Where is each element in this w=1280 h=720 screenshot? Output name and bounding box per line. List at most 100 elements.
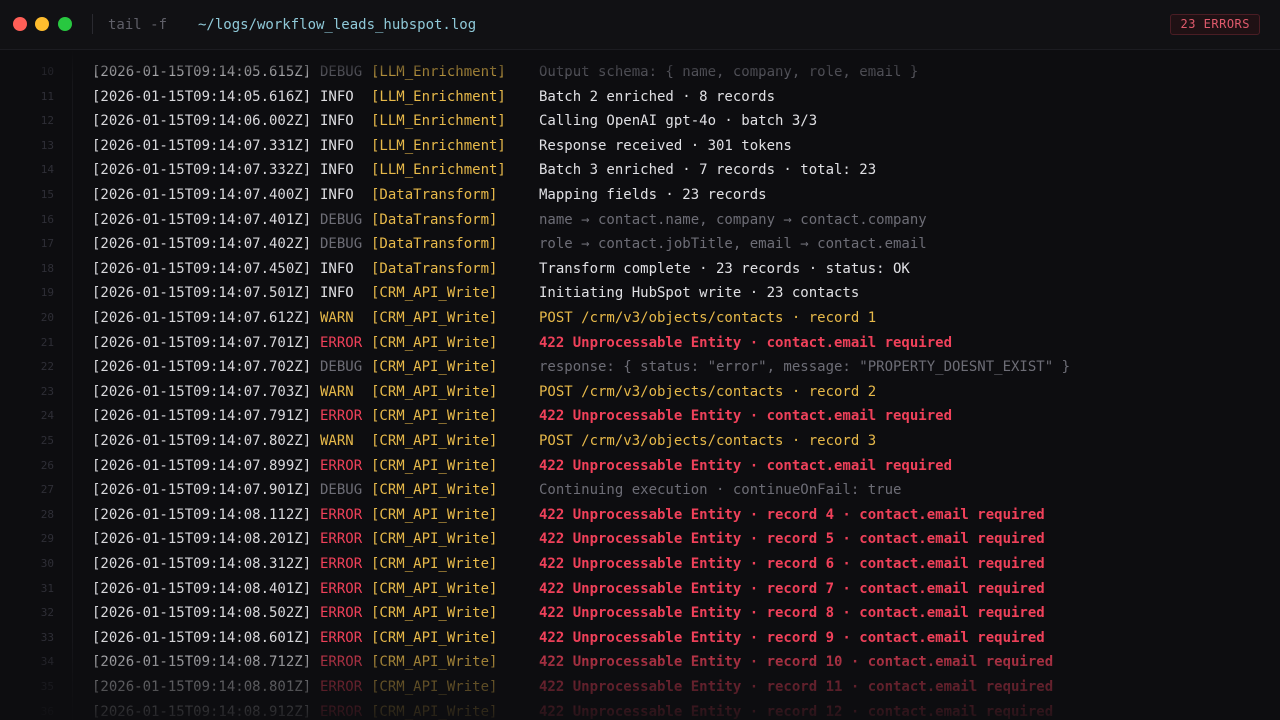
line-number: 16 [40, 212, 54, 226]
log-timestamp: [2026-01-15T09:14:08.312Z] [92, 556, 312, 572]
log-level: INFO [320, 137, 354, 154]
log-timestamp: [2026-01-15T09:14:08.712Z] [92, 654, 312, 671]
log-message: 422 Unprocessable Entity · record 12 · c… [539, 703, 1054, 720]
line-number: 29 [40, 532, 54, 546]
log-timestamp: [2026-01-15T09:14:08.201Z] [92, 531, 312, 548]
log-level: INFO [320, 285, 354, 302]
log-message: POST /crm/v3/objects/contacts · record 1 [539, 310, 877, 326]
log-source: [DataTransform] [371, 211, 498, 228]
log-line: 10 [2026-01-15T09:14:05.615Z] DEBUG [LLM_En… [0, 60, 1280, 85]
maximize-window-button[interactable] [58, 17, 72, 31]
log-level: DEBUG [320, 211, 363, 228]
log-line: 36 [2026-01-15T09:14:08.912Z] ERROR [CRM_AP… [0, 700, 1280, 720]
log-line: 14 [2026-01-15T09:14:07.332Z] INFO [LLM_Enr… [0, 158, 1280, 183]
log-source: [CRM_API_Write] [371, 310, 498, 326]
log-message: 422 Unprocessable Entity · record 9 · co… [539, 629, 1045, 646]
log-level: WARN [320, 383, 354, 400]
log-line: 35 [2026-01-15T09:14:08.801Z] ERROR [CRM_AP… [0, 675, 1280, 700]
log-message: Calling OpenAI gpt-4o · batch 3/3 [539, 113, 818, 130]
log-timestamp: [2026-01-15T09:14:08.601Z] [92, 629, 312, 646]
minimize-window-button[interactable] [35, 17, 49, 31]
line-number: 33 [40, 630, 54, 644]
log-source: [CRM_API_Write] [371, 506, 498, 523]
log-timestamp: [2026-01-15T09:14:07.612Z] [92, 310, 312, 326]
log-message: name → contact.name, company → contact.c… [539, 211, 927, 228]
log-message: Batch 3 enriched · 7 records · total: 23 [539, 162, 877, 179]
line-number: 26 [40, 458, 54, 472]
close-window-button[interactable] [13, 17, 27, 31]
log-source: [DataTransform] [371, 187, 498, 203]
log-line: 17 [2026-01-15T09:14:07.402Z] DEBUG [DataTr… [0, 232, 1280, 257]
line-number: 18 [40, 261, 54, 275]
log-level: ERROR [320, 334, 363, 351]
log-timestamp: [2026-01-15T09:14:07.400Z] [92, 187, 312, 203]
log-line: 20 [2026-01-15T09:14:07.612Z] WARN [CRM_API… [0, 306, 1280, 331]
log-level: ERROR [320, 408, 363, 425]
log-line: 34 [2026-01-15T09:14:08.712Z] ERROR [CRM_AP… [0, 650, 1280, 675]
log-line: 25 [2026-01-15T09:14:07.802Z] WARN [CRM_API… [0, 429, 1280, 454]
log-level: INFO [320, 88, 354, 105]
log-line: 29 [2026-01-15T09:14:08.201Z] ERROR [CRM_AP… [0, 527, 1280, 552]
log-line: 19 [2026-01-15T09:14:07.501Z] INFO [CRM_API… [0, 281, 1280, 306]
line-number: 22 [40, 360, 54, 374]
log-source: [CRM_API_Write] [371, 383, 498, 400]
log-line: 33 [2026-01-15T09:14:08.601Z] ERROR [CRM_AP… [0, 626, 1280, 651]
line-number: 21 [40, 335, 54, 349]
log-message: 422 Unprocessable Entity · contact.email… [539, 457, 953, 474]
line-number: 17 [40, 237, 54, 251]
log-message: 422 Unprocessable Entity · record 11 · c… [539, 679, 1054, 695]
log-level: INFO [320, 187, 354, 203]
log-line: 30 [2026-01-15T09:14:08.312Z] ERROR [CRM_AP… [0, 552, 1280, 577]
log-message: response: { status: "error", message: "P… [539, 359, 1071, 376]
log-message: Transform complete · 23 records · status… [539, 260, 910, 277]
log-line: 26 [2026-01-15T09:14:07.899Z] ERROR [CRM_AP… [0, 454, 1280, 479]
log-timestamp: [2026-01-15T09:14:07.901Z] [92, 482, 312, 499]
log-source: [CRM_API_Write] [371, 629, 498, 646]
log-level: DEBUG [320, 64, 363, 80]
log-timestamp: [2026-01-15T09:14:07.703Z] [92, 383, 312, 400]
log-timestamp: [2026-01-15T09:14:07.401Z] [92, 211, 312, 228]
log-timestamp: [2026-01-15T09:14:08.912Z] [92, 703, 312, 720]
log-timestamp: [2026-01-15T09:14:06.002Z] [92, 113, 312, 130]
line-number: 28 [40, 507, 54, 521]
log-level: DEBUG [320, 236, 363, 253]
log-level: ERROR [320, 457, 363, 474]
line-number: 15 [40, 188, 54, 201]
log-message: POST /crm/v3/objects/contacts · record 2 [539, 383, 877, 400]
log-level: ERROR [320, 629, 363, 646]
log-message: Batch 2 enriched · 8 records [539, 88, 776, 105]
log-level: DEBUG [320, 482, 363, 499]
log-message: POST /crm/v3/objects/contacts · record 3 [539, 433, 877, 449]
line-number: 35 [40, 680, 54, 693]
line-number: 23 [40, 384, 54, 398]
log-timestamp: [2026-01-15T09:14:08.801Z] [92, 679, 312, 695]
log-level: ERROR [320, 556, 363, 572]
log-timestamp: [2026-01-15T09:14:05.616Z] [92, 88, 312, 105]
log-source: [CRM_API_Write] [371, 679, 498, 695]
log-timestamp: [2026-01-15T09:14:07.501Z] [92, 285, 312, 302]
log-message: Response received · 301 tokens [539, 137, 792, 154]
log-line: 27 [2026-01-15T09:14:07.901Z] DEBUG [CRM_AP… [0, 478, 1280, 503]
log-message: role → contact.jobTitle, email → contact… [539, 236, 927, 253]
log-line: 11 [2026-01-15T09:14:05.616Z] INFO [LLM_Enr… [0, 85, 1280, 110]
log-level: ERROR [320, 679, 363, 695]
log-source: [CRM_API_Write] [371, 556, 498, 572]
log-timestamp: [2026-01-15T09:14:07.331Z] [92, 137, 312, 154]
log-line: 31 [2026-01-15T09:14:08.401Z] ERROR [CRM_AP… [0, 577, 1280, 602]
log-level: ERROR [320, 580, 363, 597]
log-source: [CRM_API_Write] [371, 531, 498, 548]
log-timestamp: [2026-01-15T09:14:07.702Z] [92, 359, 312, 376]
terminal-titlebar: tail -f ~/logs/workflow_leads_hubspot.lo… [0, 0, 1280, 50]
log-message: 422 Unprocessable Entity · record 7 · co… [539, 580, 1045, 597]
line-number: 25 [40, 434, 54, 447]
log-source: [CRM_API_Write] [371, 482, 498, 499]
log-line: 28 [2026-01-15T09:14:08.112Z] ERROR [CRM_AP… [0, 503, 1280, 528]
log-line: 12 [2026-01-15T09:14:06.002Z] INFO [LLM_Enr… [0, 109, 1280, 134]
line-number: 20 [40, 311, 54, 324]
log-source: [CRM_API_Write] [371, 433, 498, 449]
log-message: 422 Unprocessable Entity · contact.email… [539, 334, 953, 351]
log-output[interactable]: 10 [2026-01-15T09:14:05.615Z] DEBUG [LLM_En… [0, 60, 1280, 720]
line-number: 11 [40, 89, 54, 103]
log-source: [CRM_API_Write] [371, 285, 498, 302]
log-message: 422 Unprocessable Entity · record 5 · co… [539, 531, 1045, 548]
